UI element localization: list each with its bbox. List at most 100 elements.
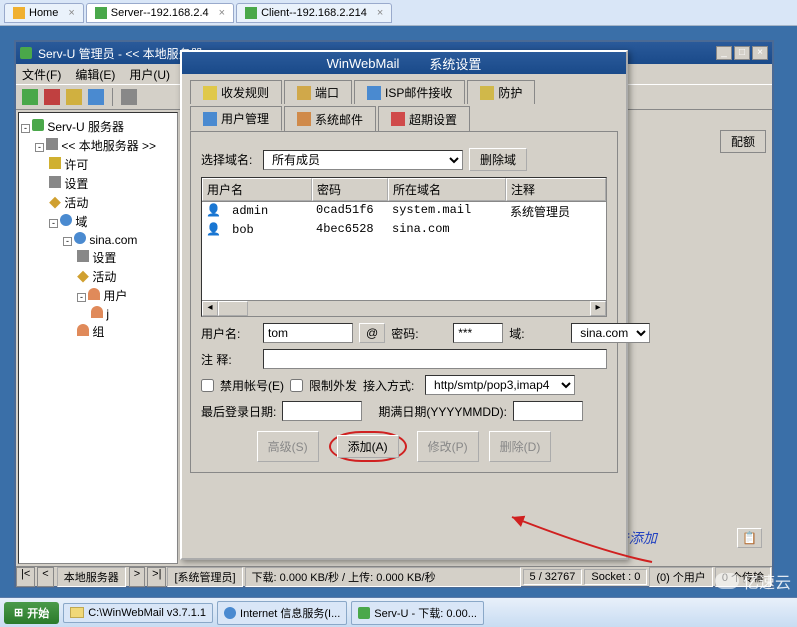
tab-user-mgmt[interactable]: 用户管理 — [190, 106, 282, 131]
tree-domain-activity[interactable]: 活动 — [92, 270, 116, 284]
expire-input[interactable] — [513, 401, 583, 421]
globe-icon — [74, 232, 86, 244]
shield-icon — [480, 86, 494, 100]
modify-button[interactable]: 修改(P) — [417, 431, 479, 462]
tab-rules[interactable]: 收发规则 — [190, 80, 282, 104]
limit-send-label: 限制外发 — [309, 377, 357, 394]
menu-file[interactable]: 文件(F) — [22, 66, 61, 83]
tab-quota[interactable]: 配额 — [720, 130, 766, 153]
start-button[interactable]: ⊞ 开始 — [4, 602, 59, 624]
note-input[interactable] — [263, 349, 607, 369]
servu-icon — [20, 47, 32, 59]
tab-expire[interactable]: 超期设置 — [378, 106, 470, 131]
grid-scrollbar[interactable]: ◂ ▸ — [202, 300, 606, 316]
status-count: 5 / 32767 — [523, 569, 583, 585]
limit-send-checkbox[interactable] — [290, 379, 303, 392]
nav-last[interactable]: >| — [147, 567, 166, 587]
app-icon — [95, 7, 107, 19]
tab-sys-mail[interactable]: 系统邮件 — [284, 106, 376, 131]
tree-root[interactable]: Serv-U 服务器 — [47, 120, 124, 134]
tree-domain-groups[interactable]: 组 — [92, 325, 104, 339]
disable-account-label: 禁用帐号(E) — [220, 377, 284, 394]
taskbar-item[interactable]: Serv-U - 下载: 0.00... — [351, 601, 484, 625]
statusbar: |< < 本地服务器 > >| [系统管理员] 下载: 0.000 KB/秒 /… — [16, 566, 772, 586]
delete-button[interactable]: 删除(D) — [489, 431, 552, 462]
close-icon[interactable]: × — [377, 7, 383, 19]
connection-label: 接入方式: — [363, 377, 419, 394]
tree-local-server[interactable]: << 本地服务器 >> — [61, 139, 156, 153]
iis-icon — [224, 607, 236, 619]
tab-label: Home — [29, 7, 58, 19]
toolbar-icon[interactable] — [121, 89, 137, 105]
connection-dropdown[interactable]: http/smtp/pop3,imap4 — [425, 375, 575, 395]
col-domain[interactable]: 所在域名 — [388, 178, 506, 201]
server-tree[interactable]: - Serv-U 服务器 - << 本地服务器 >> 许可 设置 ◆ 活动 - … — [18, 112, 178, 564]
tree-domain-sina[interactable]: sina.com — [89, 233, 137, 247]
home-icon — [13, 7, 25, 19]
password-input[interactable] — [453, 323, 503, 343]
user-icon — [88, 288, 100, 300]
gear-icon — [49, 176, 61, 188]
clock-icon — [391, 112, 405, 126]
user-grid[interactable]: 用户名 密码 所在域名 注释 👤 admin 0cad51f6 system.m… — [201, 177, 607, 317]
col-note[interactable]: 注释 — [506, 178, 606, 201]
username-input[interactable] — [263, 323, 353, 343]
at-button[interactable]: @ — [359, 323, 385, 343]
dialog-tabs: 收发规则 端口 ISP邮件接收 防护 用户管理 系统邮件 超期设置 — [182, 74, 626, 131]
scroll-right-icon[interactable]: ▸ — [590, 301, 606, 316]
scroll-thumb[interactable] — [218, 301, 248, 316]
password-label: 密码: — [391, 325, 447, 342]
tab-port[interactable]: 端口 — [284, 80, 352, 104]
tab-label: Server--192.168.2.4 — [111, 7, 209, 19]
nav-first[interactable]: |< — [16, 567, 35, 587]
table-row[interactable]: 👤 admin 0cad51f6 system.mail 系统管理员 — [202, 202, 606, 221]
tree-activity[interactable]: 活动 — [64, 196, 88, 210]
browser-tab-server[interactable]: Server--192.168.2.4 × — [86, 3, 234, 23]
tree-domains[interactable]: 域 — [75, 215, 87, 229]
tree-user-j[interactable]: j — [106, 307, 109, 321]
dialog-content: 选择域名: 所有成员 删除域 用户名 密码 所在域名 注释 👤 admin 0c… — [190, 131, 618, 473]
taskbar: ⊞ 开始 C:\WinWebMail v3.7.1.1 Internet 信息服… — [0, 597, 797, 627]
taskbar-item[interactable]: Internet 信息服务(I... — [217, 601, 347, 625]
tree-domain-settings[interactable]: 设置 — [92, 251, 116, 265]
folder-icon — [70, 607, 84, 618]
disable-account-checkbox[interactable] — [201, 379, 214, 392]
toolbar-icon[interactable] — [22, 89, 38, 105]
toolbar-icon[interactable] — [66, 89, 82, 105]
maximize-button[interactable]: □ — [734, 46, 750, 60]
close-icon[interactable]: × — [219, 7, 225, 19]
browser-tab-client[interactable]: Client--192.168.2.214 × — [236, 3, 392, 23]
delete-domain-button[interactable]: 删除域 — [469, 148, 527, 171]
add-button[interactable]: 添加(A) — [337, 435, 399, 458]
tab-protect[interactable]: 防护 — [467, 80, 535, 104]
scroll-left-icon[interactable]: ◂ — [202, 301, 218, 316]
menu-edit[interactable]: 编辑(E) — [75, 66, 115, 83]
advanced-button[interactable]: 高级(S) — [257, 431, 319, 462]
winwebmail-dialog: WinWebMail 系统设置 收发规则 端口 ISP邮件接收 防护 用户管理 … — [180, 50, 628, 560]
dialog-section-name: 系统设置 — [429, 54, 481, 73]
add-highlight: 添加(A) — [329, 431, 407, 462]
tree-permit[interactable]: 许可 — [64, 158, 88, 172]
toolbar-delete-icon[interactable] — [44, 89, 60, 105]
status-speed: 下载: 0.000 KB/秒 / 上传: 0.000 KB/秒 — [245, 567, 521, 587]
select-domain-dropdown[interactable]: 所有成员 — [263, 150, 463, 170]
lastlogin-input[interactable] — [282, 401, 362, 421]
minimize-button[interactable]: _ — [716, 46, 732, 60]
tree-settings[interactable]: 设置 — [64, 177, 88, 191]
close-button[interactable]: × — [752, 46, 768, 60]
taskbar-item[interactable]: C:\WinWebMail v3.7.1.1 — [63, 603, 213, 623]
copy-icon[interactable]: 📋 — [737, 528, 762, 548]
col-password[interactable]: 密码 — [312, 178, 388, 201]
domain-dropdown[interactable]: sina.com — [571, 323, 650, 343]
table-row[interactable]: 👤 bob 4bec6528 sina.com — [202, 221, 606, 238]
nav-prev[interactable]: < — [37, 567, 53, 587]
status-admin: [系统管理员] — [167, 567, 242, 587]
menu-user[interactable]: 用户(U) — [129, 66, 170, 83]
toolbar-icon[interactable] — [88, 89, 104, 105]
browser-tab-home[interactable]: Home × — [4, 3, 84, 23]
close-icon[interactable]: × — [68, 7, 74, 19]
nav-next[interactable]: > — [129, 567, 145, 587]
tree-domain-users[interactable]: 用户 — [103, 289, 127, 303]
tab-isp[interactable]: ISP邮件接收 — [354, 80, 465, 104]
col-username[interactable]: 用户名 — [202, 178, 312, 201]
